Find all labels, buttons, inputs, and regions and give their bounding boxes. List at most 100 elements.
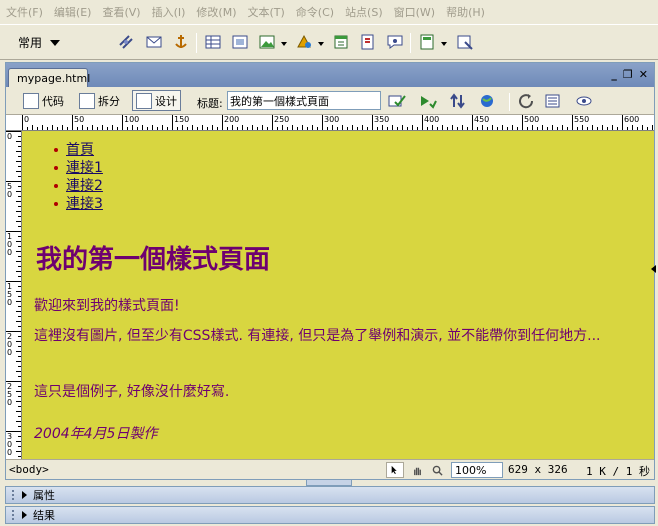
tag-selector[interactable]: <body> [9, 463, 49, 476]
menu-insert[interactable]: 插入(I) [152, 4, 186, 20]
date-icon[interactable] [331, 32, 351, 52]
menu-modify[interactable]: 修改(M) [196, 4, 236, 20]
document-tab[interactable]: mypage.html [8, 68, 90, 87]
ruler-tick [16, 451, 21, 452]
ruler-tick-label: 100 [7, 232, 13, 257]
insert-category-label: 常用 [18, 36, 43, 50]
chevron-down-icon[interactable] [318, 42, 324, 46]
visual-aids-icon[interactable] [575, 93, 593, 109]
nav-link-3[interactable]: 連接3 [66, 196, 103, 212]
ruler-tick-label: 200 [7, 332, 13, 357]
nav-link-home[interactable]: 首頁 [66, 142, 94, 158]
chevron-down-icon[interactable] [281, 42, 287, 46]
menu-window[interactable]: 窗口(W) [394, 4, 435, 20]
email-link-icon[interactable] [144, 32, 164, 52]
ruler-tick [207, 127, 208, 130]
ruler-tick [16, 401, 21, 402]
title-input[interactable] [227, 91, 381, 110]
ruler-tick [492, 125, 493, 130]
ruler-tick [16, 251, 21, 252]
menu-edit[interactable]: 编辑(E) [54, 4, 92, 20]
ruler-tick [642, 125, 643, 130]
ruler-tick [222, 115, 223, 130]
ruler-tick [18, 446, 21, 447]
browser-check-icon[interactable] [388, 93, 406, 109]
ruler-tick-label: 200 [224, 115, 240, 124]
ruler-tick [212, 125, 213, 130]
ruler-tick-label: 450 [474, 115, 490, 124]
ruler-tick [317, 127, 318, 130]
refresh-icon[interactable] [518, 93, 536, 109]
ruler-tick-label: 500 [524, 115, 540, 124]
window-size[interactable]: 629 x 326 [508, 463, 568, 476]
nav-link-2[interactable]: 連接2 [66, 178, 103, 194]
code-view-icon [23, 92, 39, 109]
ruler-tick [18, 216, 21, 217]
ruler-tick [627, 127, 628, 130]
restore-icon[interactable]: ❐ [623, 68, 633, 81]
validate-markup-icon[interactable] [419, 93, 437, 109]
close-icon[interactable]: ✕ [639, 68, 648, 81]
image-icon[interactable] [257, 32, 277, 52]
panel-results[interactable]: 结果 [5, 506, 655, 524]
ruler-tick [622, 115, 623, 130]
pointer-tool-icon[interactable] [386, 462, 404, 478]
ruler-tick [16, 261, 21, 262]
panel-expand-arrow-icon[interactable] [651, 265, 656, 273]
split-view-button[interactable]: 拆分 [76, 90, 123, 111]
preview-browser-icon[interactable] [479, 93, 497, 109]
ruler-tick [27, 127, 28, 130]
hand-tool-icon[interactable] [408, 462, 426, 478]
file-management-icon[interactable] [449, 93, 467, 109]
server-side-include-icon[interactable] [358, 32, 378, 52]
ruler-tick [442, 125, 443, 130]
ruler-tick [92, 125, 93, 130]
ruler-tick [22, 115, 23, 130]
design-canvas[interactable]: 首頁 連接1 連接2 連接3 我的第一個樣式頁面 歡迎來到我的樣式頁面! 這裡沒… [22, 131, 654, 459]
chevron-down-icon [50, 39, 61, 46]
code-view-button[interactable]: 代码 [20, 90, 67, 111]
comment-icon[interactable] [385, 32, 405, 52]
menu-text[interactable]: 文本(T) [247, 4, 284, 20]
menu-commands[interactable]: 命令(C) [296, 4, 334, 20]
menu-site[interactable]: 站点(S) [345, 4, 383, 20]
chevron-down-icon[interactable] [441, 42, 447, 46]
ruler-tick [467, 127, 468, 130]
ruler-tick [582, 125, 583, 130]
menu-file[interactable]: 文件(F) [6, 4, 43, 20]
table-icon[interactable] [203, 32, 223, 52]
ruler-tick-label: 50 [7, 182, 13, 199]
layer-icon[interactable] [230, 32, 250, 52]
ruler-tick [292, 125, 293, 130]
ruler-tick [257, 127, 258, 130]
minimize-icon[interactable]: _ [611, 68, 617, 81]
insert-category-dropdown[interactable]: 常用 [18, 34, 61, 51]
ruler-tick [532, 125, 533, 130]
menu-view[interactable]: 查看(V) [102, 4, 140, 20]
ruler-tick-label: 150 [174, 115, 190, 124]
ruler-tick [507, 127, 508, 130]
ruler-tick [392, 125, 393, 130]
ruler-tick [62, 125, 63, 130]
hyperlink-icon[interactable] [116, 32, 136, 52]
panel-properties[interactable]: 属性 [5, 486, 655, 504]
ruler-tick [197, 127, 198, 130]
media-icon[interactable] [294, 32, 314, 52]
tag-chooser-icon[interactable] [455, 32, 475, 52]
named-anchor-icon[interactable] [171, 32, 191, 52]
menu-help[interactable]: 帮助(H) [446, 4, 485, 20]
nav-link-1[interactable]: 連接1 [66, 160, 103, 176]
ruler-tick [462, 125, 463, 130]
ruler-tick [652, 125, 653, 130]
ruler-tick-label: 550 [574, 115, 590, 124]
ruler-tick [16, 201, 21, 202]
design-view-button[interactable]: 设计 [132, 90, 181, 111]
view-options-icon[interactable] [544, 93, 562, 109]
template-icon[interactable] [417, 32, 437, 52]
ruler-tick [16, 161, 21, 162]
ruler-tick [18, 146, 21, 147]
ruler-tick [47, 127, 48, 130]
list-item: 連接2 [54, 177, 103, 195]
zoom-tool-icon[interactable] [428, 462, 446, 478]
zoom-select[interactable]: 100% [451, 462, 503, 478]
